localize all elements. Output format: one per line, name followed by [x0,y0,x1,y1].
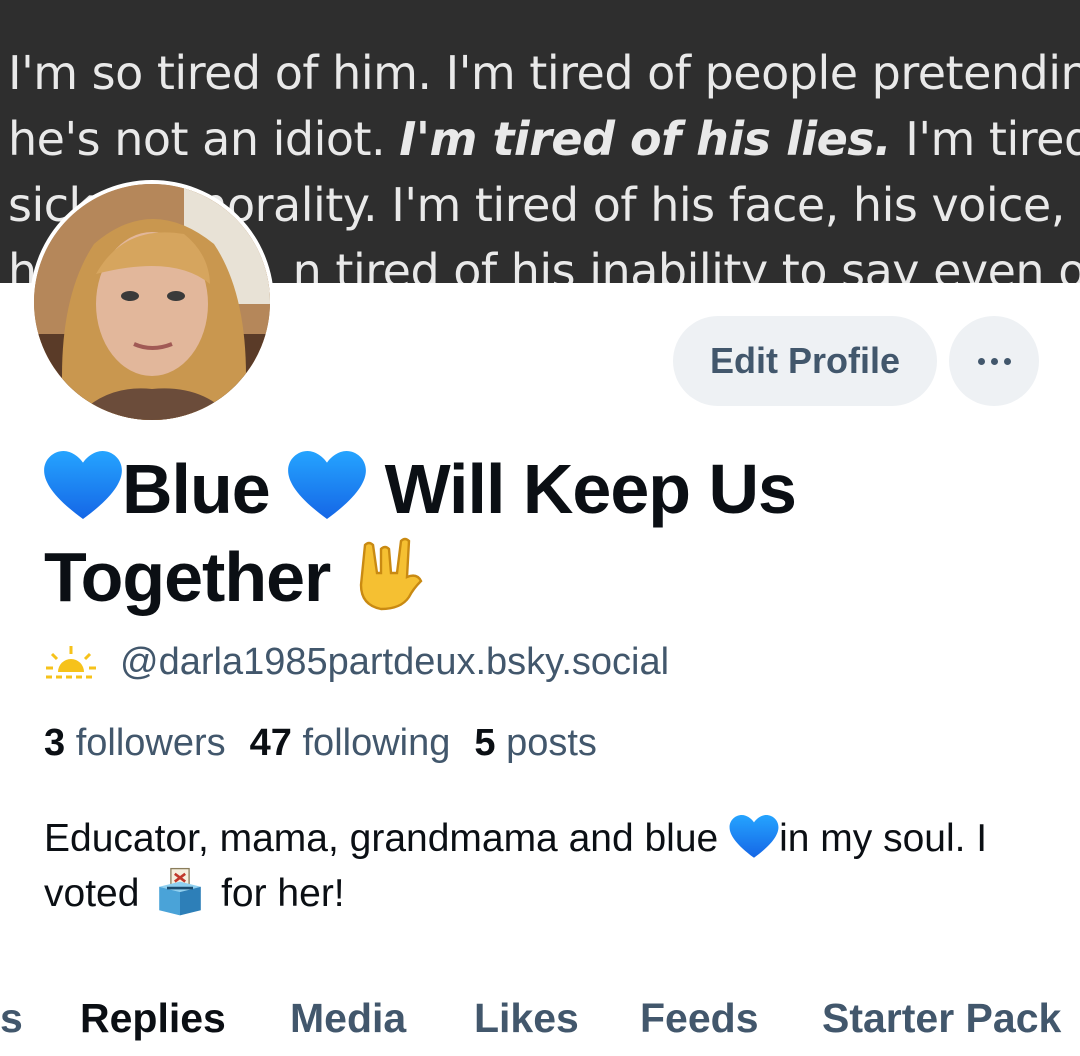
following-stat[interactable]: 47 following [250,722,451,765]
bio-text: for her! [210,872,345,915]
tab-likes[interactable]: Likes [474,990,579,1046]
tab-posts-partial[interactable]: s [0,990,23,1046]
profile-bio: Educator, mama, grandmama and blue in my… [44,812,1054,921]
bio-text: Educator, mama, grandmama and blue [44,817,730,860]
posts-stat: 5 posts [474,722,597,764]
display-name-text: Blue [122,450,289,528]
tab-feeds[interactable]: Feeds [640,990,759,1046]
handle-row: @darla1985partdeux.bsky.social [44,638,669,686]
profile-tabs: s Replies Media Likes Feeds Starter Pack [0,990,1080,1056]
followers-stat[interactable]: 3 followers [44,722,226,765]
profile-stats: 3 followers 47 following 5 posts [44,722,597,765]
banner-text-line: I'm so tired of him. I'm tired of people… [8,46,1080,100]
tab-replies[interactable]: Replies [80,990,226,1046]
display-name: Blue Will Keep Us Together [44,445,1044,621]
tab-media[interactable]: Media [290,990,406,1046]
blue-heart-icon [288,451,367,521]
avatar[interactable] [30,180,274,424]
tab-starter-packs[interactable]: Starter Pack [822,990,1061,1046]
banner-text-line: he's not an idiot. I'm tired of his lies… [8,112,1080,166]
ballot-box-icon [154,866,206,918]
blue-heart-icon [729,815,779,859]
sunrise-icon [46,646,96,679]
handle[interactable]: @darla1985partdeux.bsky.social [120,641,669,684]
rock-hand-icon [349,533,429,613]
more-options-button[interactable] [949,316,1039,406]
edit-profile-button[interactable]: Edit Profile [673,316,937,406]
more-options-icon [977,357,1011,365]
blue-heart-icon [44,451,122,521]
avatar-photo [34,184,270,420]
